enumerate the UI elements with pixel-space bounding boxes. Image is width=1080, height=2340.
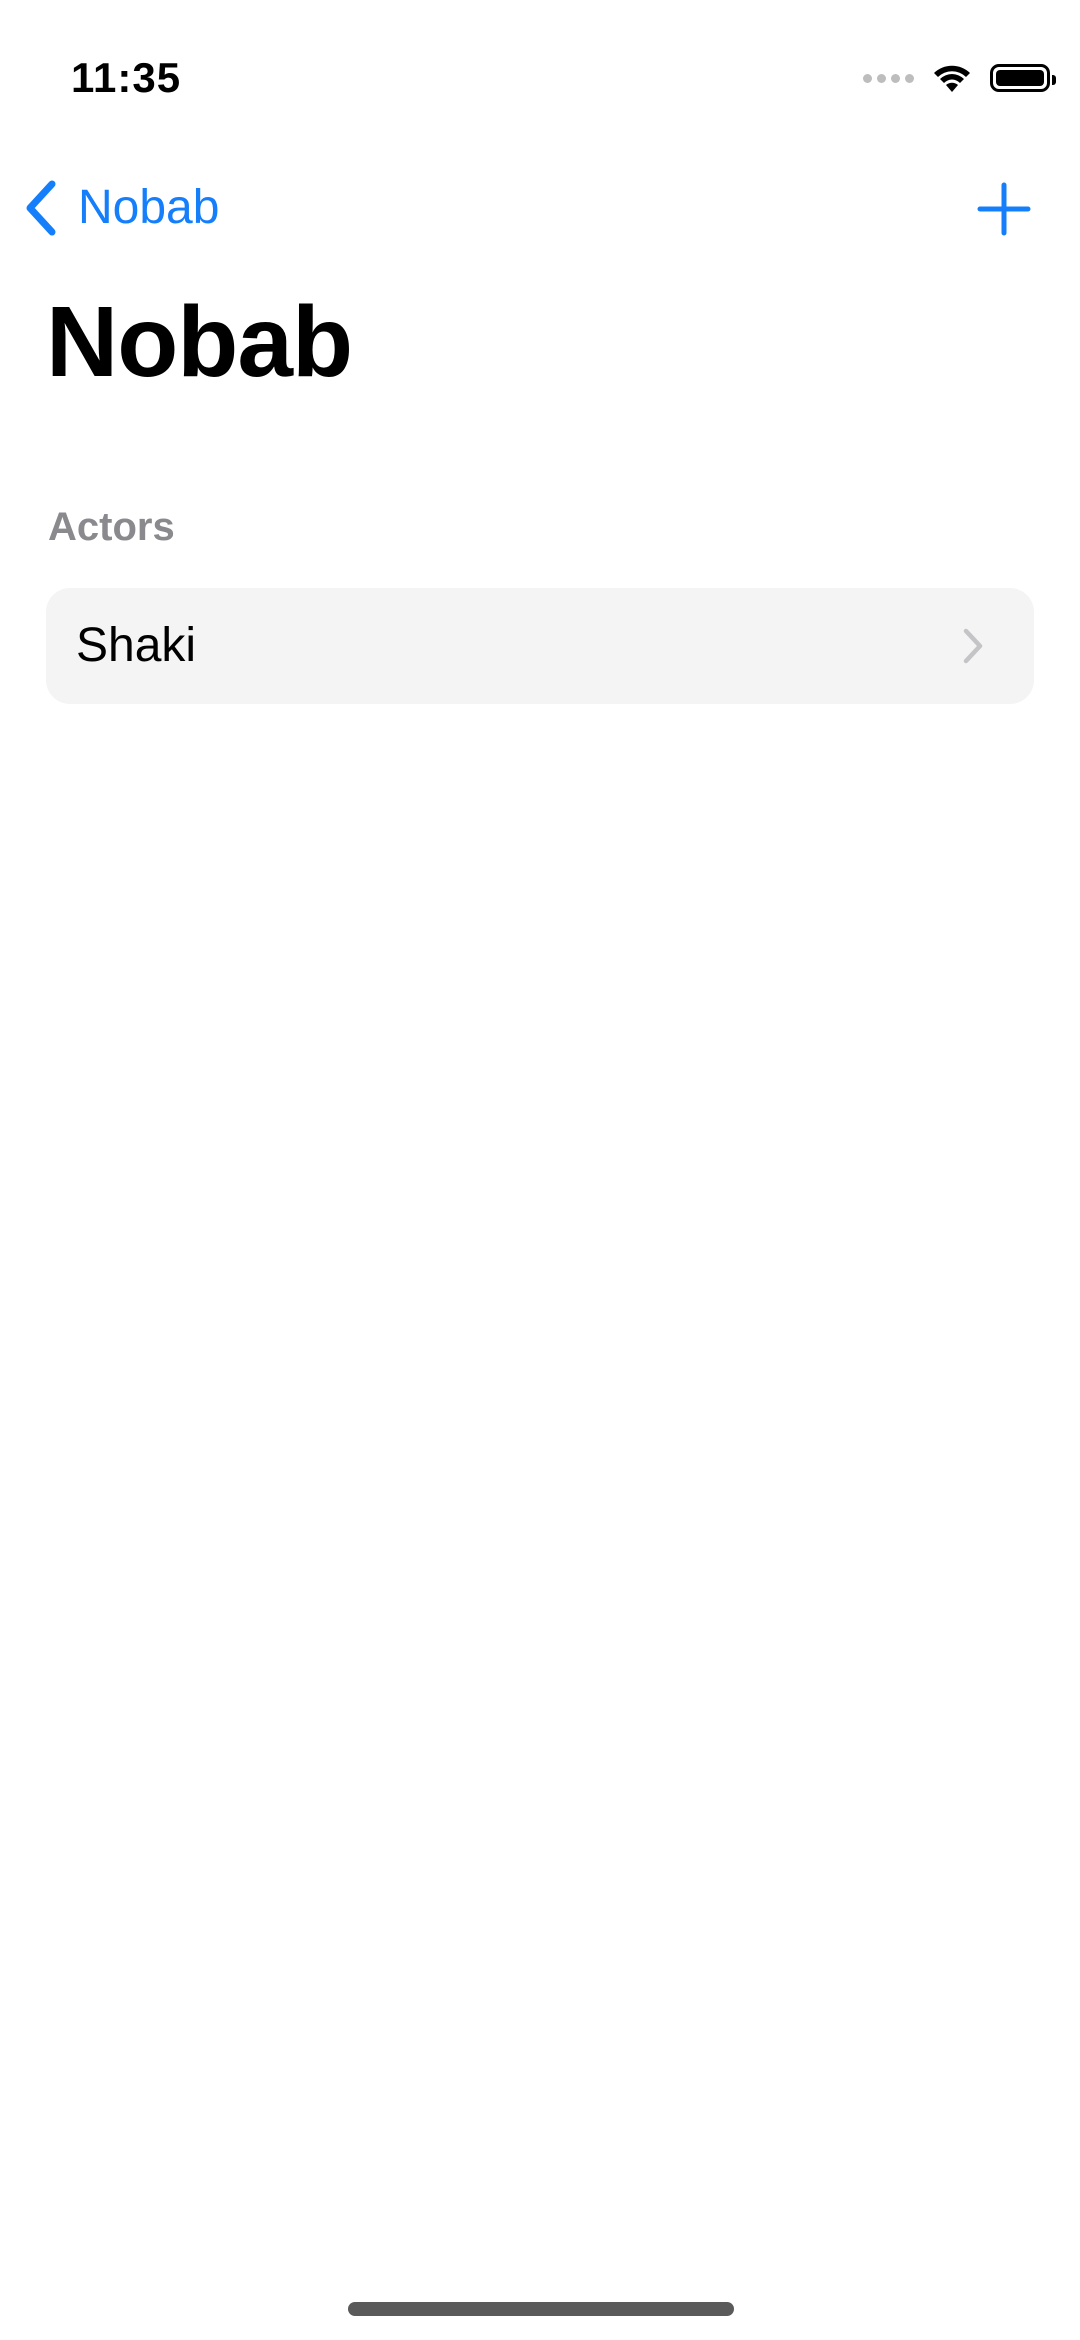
list-item-label: Shaki	[76, 619, 197, 672]
list-item-shaki[interactable]: Shaki	[46, 588, 1034, 704]
battery-icon	[990, 64, 1056, 92]
page-title: Nobab	[46, 286, 353, 398]
add-button[interactable]	[976, 181, 1032, 237]
status-icons	[863, 58, 1056, 98]
plus-icon	[977, 182, 1031, 236]
home-indicator[interactable]	[348, 2302, 734, 2316]
actors-list: Shaki	[46, 588, 1034, 704]
chevron-right-icon	[963, 628, 983, 664]
signal-dots-icon	[863, 73, 914, 83]
chevron-left-icon	[26, 180, 56, 236]
status-time: 11:35	[71, 54, 182, 101]
back-button[interactable]: Nobab	[24, 176, 219, 240]
wifi-icon	[934, 65, 970, 92]
section-header-actors: Actors	[48, 505, 175, 549]
back-button-label: Nobab	[78, 181, 220, 234]
